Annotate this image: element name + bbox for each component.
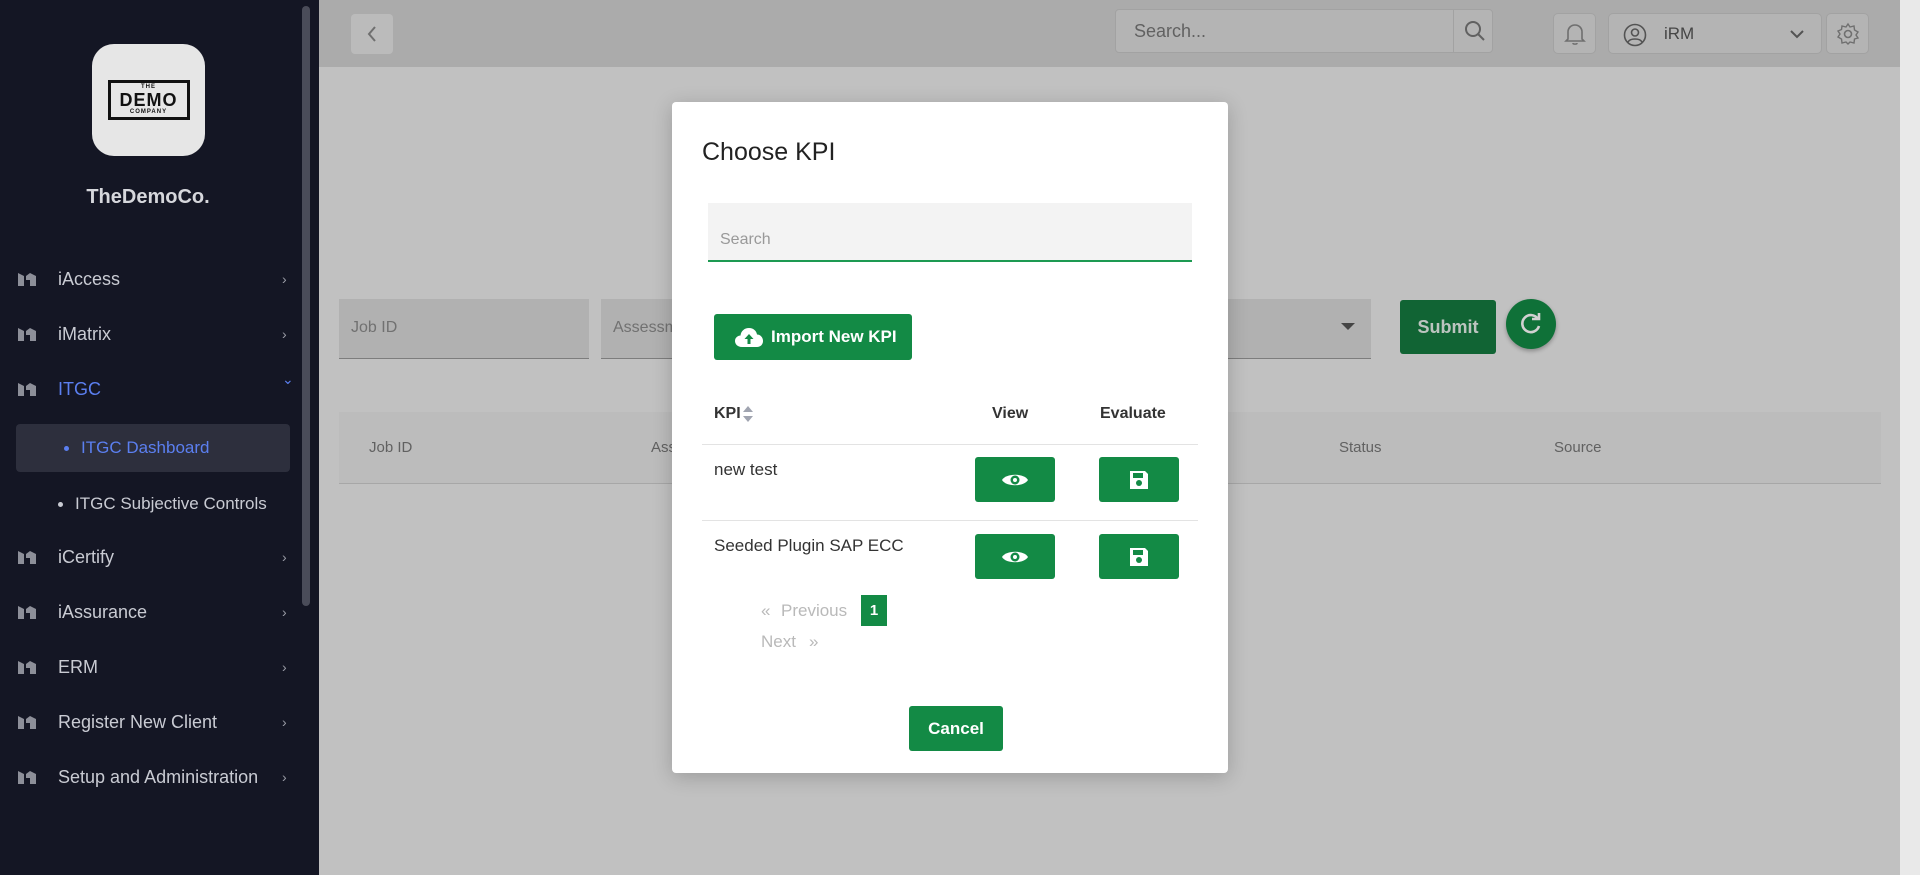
- sidebar-item-label: iMatrix: [58, 323, 111, 344]
- module-icon: [18, 606, 36, 619]
- previous-page-link[interactable]: Previous: [781, 601, 847, 621]
- sidebar-item-label: iAccess: [58, 268, 121, 289]
- logo-main-text: DEMO: [119, 90, 178, 110]
- eye-icon: [1002, 474, 1028, 485]
- kpi-row-name: new test: [714, 460, 778, 479]
- next-arrow-icon: »: [809, 632, 819, 651]
- module-icon: [18, 273, 36, 286]
- module-icon: [18, 661, 36, 674]
- sidebar-scrollbar[interactable]: [302, 6, 310, 606]
- sidebar-subitem-label: ITGC Dashboard: [81, 438, 210, 457]
- sidebar-item-label: Register New Client: [58, 711, 218, 732]
- chevron-right-icon: ›: [282, 271, 287, 287]
- sidebar-item-imatrix[interactable]: iMatrix ›: [0, 314, 300, 354]
- module-icon: [18, 328, 36, 341]
- evaluate-kpi-button[interactable]: [1099, 534, 1179, 579]
- previous-arrow-icon: «: [761, 601, 771, 620]
- chevron-right-icon: ›: [282, 604, 287, 620]
- module-icon: [18, 771, 36, 784]
- chevron-right-icon: ›: [282, 714, 287, 730]
- import-kpi-button[interactable]: Import New KPI: [714, 314, 912, 360]
- sidebar-item-label: iAssurance: [58, 601, 148, 622]
- kpi-column-header[interactable]: KPI: [714, 405, 741, 423]
- sidebar-item-setup-and-administration[interactable]: Setup and Administration ›: [0, 757, 300, 797]
- sidebar-item-icertify[interactable]: iCertify ›: [0, 537, 300, 577]
- bullet-icon: [58, 501, 63, 507]
- import-kpi-label: Import New KPI: [771, 327, 897, 346]
- view-column-header: View: [992, 405, 1029, 422]
- sidebar-subitem-itgc-subjective-controls[interactable]: ITGC Subjective Controls: [16, 480, 290, 528]
- kpi-row-name: Seeded Plugin SAP ECC: [714, 536, 904, 555]
- sidebar-item-label: ITGC: [58, 378, 101, 399]
- sidebar-item-iassurance[interactable]: iAssurance ›: [0, 592, 300, 632]
- evaluate-column-header: Evaluate: [1100, 405, 1166, 422]
- page-scrollbar-track: [1900, 0, 1920, 875]
- chevron-right-icon: ›: [282, 769, 287, 785]
- brand-name: TheDemoCo.: [86, 186, 210, 208]
- choose-kpi-modal: Choose KPI Import New KPI KPI View Evalu…: [672, 102, 1228, 773]
- company-logo: THE DEMO COMPANY: [92, 44, 205, 156]
- module-icon: [18, 383, 36, 396]
- chevron-right-icon: ›: [282, 326, 287, 342]
- sidebar-item-register-new-client[interactable]: Register New Client ›: [0, 702, 300, 742]
- modal-title: Choose KPI: [702, 138, 836, 166]
- logo-bottom-text: COMPANY: [129, 109, 168, 115]
- next-page-link[interactable]: Next: [761, 632, 796, 652]
- evaluate-kpi-button[interactable]: [1099, 457, 1179, 502]
- sidebar-subitem-itgc-dashboard[interactable]: ITGC Dashboard: [16, 424, 290, 472]
- kpi-search-input[interactable]: [708, 203, 1192, 262]
- view-kpi-button[interactable]: [975, 534, 1055, 579]
- sidebar-item-label: ERM: [58, 656, 98, 677]
- module-icon: [18, 716, 36, 729]
- module-icon: [18, 551, 36, 564]
- view-kpi-button[interactable]: [975, 457, 1055, 502]
- chevron-right-icon: ›: [282, 659, 287, 675]
- sort-icon[interactable]: [742, 404, 754, 424]
- page-number-current[interactable]: 1: [861, 595, 887, 626]
- chevron-down-icon: ⌄: [282, 371, 294, 387]
- sidebar-item-erm[interactable]: ERM ›: [0, 647, 300, 687]
- bullet-icon: [64, 445, 69, 451]
- divider: [702, 444, 1198, 445]
- sidebar-item-label: iCertify: [58, 546, 115, 567]
- sidebar-subitem-label: ITGC Subjective Controls: [75, 494, 267, 513]
- sidebar-item-label: Setup and Administration: [58, 766, 259, 787]
- cloud-upload-icon: [735, 328, 763, 347]
- sidebar-item-iaccess[interactable]: iAccess ›: [0, 259, 300, 299]
- cancel-button[interactable]: Cancel: [909, 706, 1003, 751]
- save-icon: [1130, 470, 1148, 489]
- save-icon: [1130, 547, 1148, 566]
- sidebar: THE DEMO COMPANY TheDemoCo. iAccess › iM…: [0, 0, 319, 875]
- eye-icon: [1002, 551, 1028, 562]
- sidebar-item-itgc[interactable]: ITGC ⌄: [0, 369, 300, 409]
- divider: [702, 520, 1198, 521]
- chevron-right-icon: ›: [282, 549, 287, 565]
